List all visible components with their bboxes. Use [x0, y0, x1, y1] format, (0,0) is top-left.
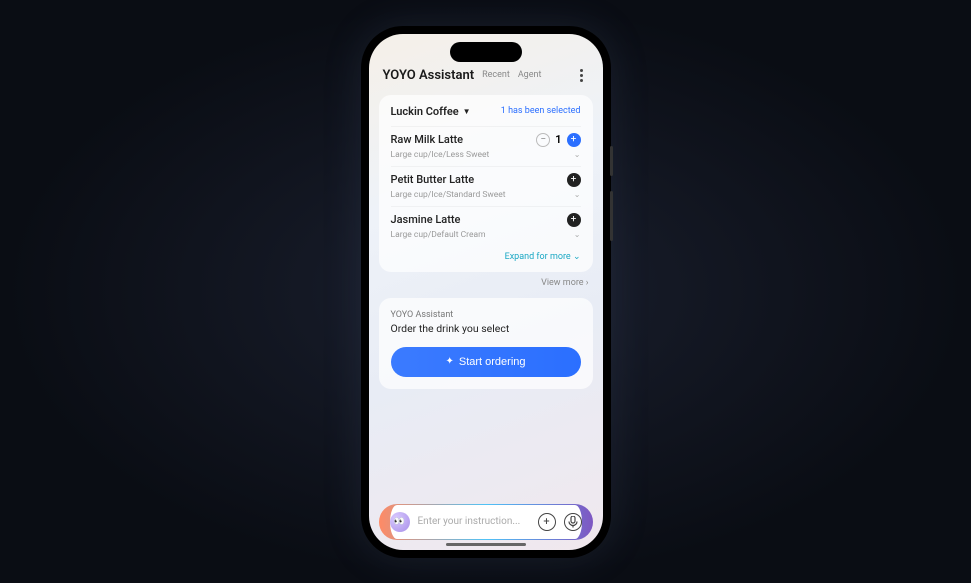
order-card: Luckin Coffee ▼ 1 has been selected Raw …	[379, 95, 593, 272]
start-button-label: Start ordering	[459, 356, 526, 368]
quantity-value: 1	[555, 133, 561, 146]
notch	[450, 42, 522, 62]
more-icon[interactable]	[575, 69, 589, 82]
side-button	[610, 146, 613, 176]
sparkle-icon: ✦	[445, 356, 453, 367]
chevron-down-icon[interactable]: ⌄	[574, 190, 581, 199]
start-ordering-button[interactable]: ✦ Start ordering	[391, 347, 581, 377]
menu-item: Jasmine Latte + Large cup/Default Cream …	[391, 206, 581, 246]
mic-icon[interactable]	[564, 513, 582, 531]
instruction-input[interactable]: Enter your instruction...	[418, 516, 530, 527]
menu-item: Petit Butter Latte + Large cup/Ice/Stand…	[391, 166, 581, 206]
content-area: Luckin Coffee ▼ 1 has been selected Raw …	[369, 91, 603, 494]
quantity-stepper: − 1 +	[536, 133, 580, 147]
vendor-selector[interactable]: Luckin Coffee ▼	[391, 105, 471, 118]
add-icon[interactable]: +	[538, 513, 556, 531]
assistant-avatar-icon: 👀	[390, 512, 410, 532]
screen: YOYO Assistant Recent Agent Luckin Coffe…	[369, 34, 603, 550]
assistant-card: YOYO Assistant Order the drink you selec…	[379, 298, 593, 389]
menu-item: Raw Milk Latte − 1 + Large cup/Ice/Less …	[391, 126, 581, 166]
assistant-message: Order the drink you select	[391, 322, 581, 335]
chevron-down-icon[interactable]: ⌄	[574, 150, 581, 159]
instruction-input-bar[interactable]: 👀 Enter your instruction... +	[379, 504, 593, 540]
assistant-name: YOYO Assistant	[391, 310, 581, 320]
plus-icon[interactable]: +	[567, 213, 581, 227]
view-more-link[interactable]: View more ›	[379, 278, 589, 288]
chevron-down-icon: ⌄	[573, 252, 581, 262]
expand-more-link[interactable]: Expand for more ⌄	[391, 252, 581, 262]
tab-recent[interactable]: Recent	[482, 70, 510, 80]
plus-icon[interactable]: +	[567, 133, 581, 147]
item-options: Large cup/Ice/Standard Sweet	[391, 190, 506, 200]
item-options: Large cup/Default Cream	[391, 230, 486, 240]
home-indicator[interactable]	[446, 543, 526, 546]
item-name: Raw Milk Latte	[391, 133, 464, 146]
plus-icon[interactable]: +	[567, 173, 581, 187]
side-button	[610, 191, 613, 241]
phone-frame: YOYO Assistant Recent Agent Luckin Coffe…	[361, 26, 611, 558]
item-options: Large cup/Ice/Less Sweet	[391, 150, 490, 160]
item-name: Petit Butter Latte	[391, 173, 475, 186]
tab-agent[interactable]: Agent	[518, 70, 542, 80]
app-title: YOYO Assistant	[383, 68, 475, 83]
caret-down-icon: ▼	[463, 107, 471, 116]
chevron-right-icon: ›	[586, 278, 589, 288]
chevron-down-icon[interactable]: ⌄	[574, 230, 581, 239]
vendor-name: Luckin Coffee	[391, 105, 459, 118]
selected-count: 1 has been selected	[501, 106, 581, 116]
item-name: Jasmine Latte	[391, 213, 461, 226]
minus-icon[interactable]: −	[536, 133, 550, 147]
